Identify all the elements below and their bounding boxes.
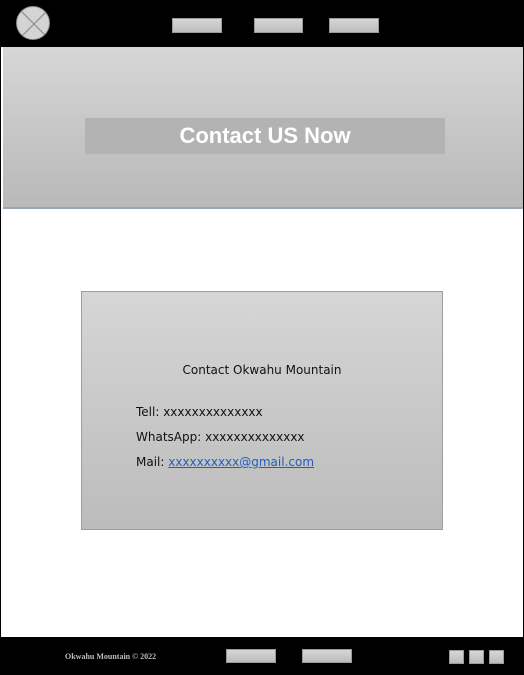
whatsapp-value: xxxxxxxxxxxxxx	[205, 430, 305, 444]
nav-button-2[interactable]	[254, 18, 303, 33]
whatsapp-label: WhatsApp:	[136, 430, 206, 444]
nav-button-3[interactable]	[329, 18, 379, 33]
nav-button-1[interactable]	[172, 18, 222, 33]
whatsapp-line: WhatsApp: xxxxxxxxxxxxxx	[136, 430, 305, 444]
logo-placeholder-icon[interactable]	[16, 6, 50, 40]
footer-link-1[interactable]	[226, 649, 276, 663]
tell-line: Tell: xxxxxxxxxxxxxx	[136, 405, 263, 419]
hero-banner: Contact US Now	[3, 47, 523, 209]
footer-copyright: Okwahu Mountain © 2022	[65, 652, 157, 661]
hero-title: Contact US Now	[179, 123, 351, 148]
footer-bar: Okwahu Mountain © 2022	[1, 637, 523, 674]
social-icon-2[interactable]	[469, 650, 484, 664]
footer-link-2[interactable]	[302, 649, 352, 663]
tell-value: xxxxxxxxxxxxxx	[163, 405, 263, 419]
mail-label: Mail:	[136, 455, 169, 469]
mail-line: Mail: xxxxxxxxxx@gmail.com	[136, 455, 314, 469]
contact-heading: Contact Okwahu Mountain	[182, 363, 342, 377]
tell-label: Tell:	[136, 405, 164, 419]
top-nav-bar	[1, 1, 523, 47]
social-icon-1[interactable]	[449, 650, 464, 664]
mail-link[interactable]: xxxxxxxxxx@gmail.com	[168, 455, 314, 469]
social-icon-3[interactable]	[489, 650, 504, 664]
contact-card: Contact Okwahu Mountain Tell: xxxxxxxxxx…	[81, 291, 443, 530]
hero-title-box: Contact US Now	[85, 118, 445, 154]
